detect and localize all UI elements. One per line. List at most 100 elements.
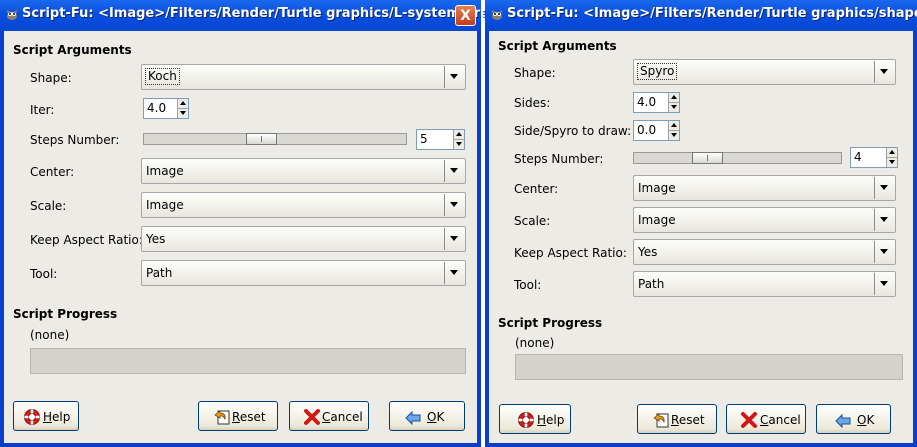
spin-up-icon[interactable] (453, 130, 464, 140)
center-dropdown[interactable]: Image (141, 158, 466, 184)
keep-aspect-ratio-value: Yes (146, 232, 166, 246)
scale-label: Scale: (514, 214, 551, 228)
spin-down-icon[interactable] (668, 103, 679, 112)
gimp-wilber-icon (6, 10, 18, 20)
tool-dropdown[interactable]: Path (633, 271, 896, 297)
ok-button[interactable]: OK (389, 401, 465, 431)
scale-dropdown[interactable]: Image (633, 207, 896, 233)
tool-value: Path (146, 266, 173, 280)
lsystem-dialog-window: Script-Fu: <Image>/Filters/Render/Turtle… (0, 0, 512, 447)
reset-button-label: Reset (671, 413, 705, 427)
window-title: Script-Fu: <Image>/Filters/Render/Turtle… (22, 6, 512, 21)
chevron-down-icon[interactable] (444, 194, 462, 216)
chevron-down-icon[interactable] (874, 209, 892, 231)
title-bar[interactable]: Script-Fu: <Image>/Filters/Render/Turtle… (0, 0, 512, 31)
tool-label: Tool: (30, 267, 58, 281)
spin-up-icon[interactable] (668, 93, 679, 103)
chevron-down-icon[interactable] (444, 262, 462, 284)
gimp-wilber-icon (491, 10, 503, 20)
slider-thumb[interactable] (246, 133, 277, 145)
side-spyro-value: 0.0 (637, 123, 657, 137)
sides-spinner[interactable]: 4.0 (633, 92, 680, 113)
help-button[interactable]: Help (499, 404, 571, 434)
keep-aspect-ratio-value: Yes (638, 245, 658, 259)
steps-number-label: Steps Number: (30, 133, 120, 147)
spin-down-icon[interactable] (453, 140, 464, 149)
cancel-button[interactable]: Cancel (726, 404, 806, 434)
center-dropdown[interactable]: Image (633, 175, 896, 201)
shape-value: Spyro (637, 63, 678, 80)
script-progress-heading: Script Progress (13, 307, 118, 321)
tool-label: Tool: (514, 278, 542, 292)
reset-undo-icon (653, 413, 669, 428)
help-button-label: Help (43, 410, 71, 424)
shape-value: Koch (145, 68, 180, 85)
close-button[interactable]: X (455, 5, 476, 26)
ok-arrow-icon (405, 410, 421, 426)
spin-down-icon[interactable] (668, 131, 679, 140)
chevron-down-icon[interactable] (874, 273, 892, 295)
script-progress-heading: Script Progress (498, 316, 603, 330)
scale-label: Scale: (30, 199, 67, 213)
reset-undo-icon (214, 410, 230, 425)
cancel-x-icon (304, 409, 320, 425)
scale-value: Image (638, 213, 676, 227)
steps-number-spinner[interactable]: 4 (850, 147, 898, 168)
progress-bar (30, 348, 466, 374)
slider-thumb[interactable] (692, 152, 723, 164)
steps-number-value: 4 (854, 150, 862, 164)
cancel-x-icon (741, 412, 757, 428)
ok-button-label: OK (427, 410, 445, 424)
sides-label: Sides: (514, 96, 551, 110)
side-spyro-spinner[interactable]: 0.0 (633, 120, 680, 141)
spin-down-icon[interactable] (886, 158, 897, 167)
dialog-body: Script Arguments Shape: Spyro Sides: 4.0… (489, 31, 913, 443)
cancel-button-label: Cancel (322, 410, 363, 424)
steps-number-slider[interactable] (143, 133, 407, 145)
chevron-down-icon[interactable] (444, 228, 462, 250)
center-value: Image (146, 164, 184, 178)
shapes-dialog-window: Script-Fu: <Image>/Filters/Render/Turtle… (485, 0, 917, 447)
keep-aspect-ratio-label: Keep Aspect Ratio: (514, 246, 627, 260)
shape-dropdown[interactable]: Spyro (633, 59, 896, 85)
chevron-down-icon[interactable] (874, 61, 892, 83)
spin-up-icon[interactable] (177, 99, 188, 109)
progress-bar (515, 354, 903, 380)
reset-button[interactable]: Reset (637, 404, 717, 434)
reset-button[interactable]: Reset (198, 401, 278, 431)
chevron-down-icon[interactable] (444, 160, 462, 182)
keep-aspect-ratio-label: Keep Aspect Ratio: (30, 233, 143, 247)
steps-number-value: 5 (420, 132, 428, 146)
center-label: Center: (514, 182, 559, 196)
iter-spinner[interactable]: 4.0 (143, 98, 189, 119)
shape-dropdown[interactable]: Koch (141, 64, 466, 90)
chevron-down-icon[interactable] (874, 241, 892, 263)
cancel-button-label: Cancel (760, 413, 801, 427)
script-arguments-heading: Script Arguments (498, 39, 617, 53)
spin-down-icon[interactable] (177, 109, 188, 118)
spin-up-icon[interactable] (668, 121, 679, 131)
cancel-button[interactable]: Cancel (289, 401, 369, 431)
chevron-down-icon[interactable] (444, 66, 462, 88)
spin-up-icon[interactable] (886, 148, 897, 158)
iter-label: Iter: (30, 103, 55, 117)
window-title: Script-Fu: <Image>/Filters/Render/Turtle… (507, 6, 917, 21)
iter-value: 4.0 (147, 101, 167, 115)
progress-status: (none) (515, 336, 555, 350)
tool-dropdown[interactable]: Path (141, 260, 466, 286)
ok-arrow-icon (835, 413, 851, 429)
ok-button[interactable]: OK (816, 404, 891, 434)
dialog-body: Script Arguments Shape: Koch Iter: 4.0 S… (4, 31, 477, 443)
steps-number-slider[interactable] (633, 152, 842, 164)
title-bar[interactable]: Script-Fu: <Image>/Filters/Render/Turtle… (485, 0, 917, 31)
keep-aspect-ratio-dropdown[interactable]: Yes (141, 226, 466, 252)
scale-value: Image (146, 198, 184, 212)
chevron-down-icon[interactable] (874, 177, 892, 199)
center-value: Image (638, 181, 676, 195)
scale-dropdown[interactable]: Image (141, 192, 466, 218)
steps-number-spinner[interactable]: 5 (416, 129, 465, 150)
help-button[interactable]: Help (13, 401, 79, 431)
help-lifebuoy-icon (518, 412, 534, 428)
keep-aspect-ratio-dropdown[interactable]: Yes (633, 239, 896, 265)
side-spyro-label: Side/Spyro to draw: (514, 124, 632, 138)
